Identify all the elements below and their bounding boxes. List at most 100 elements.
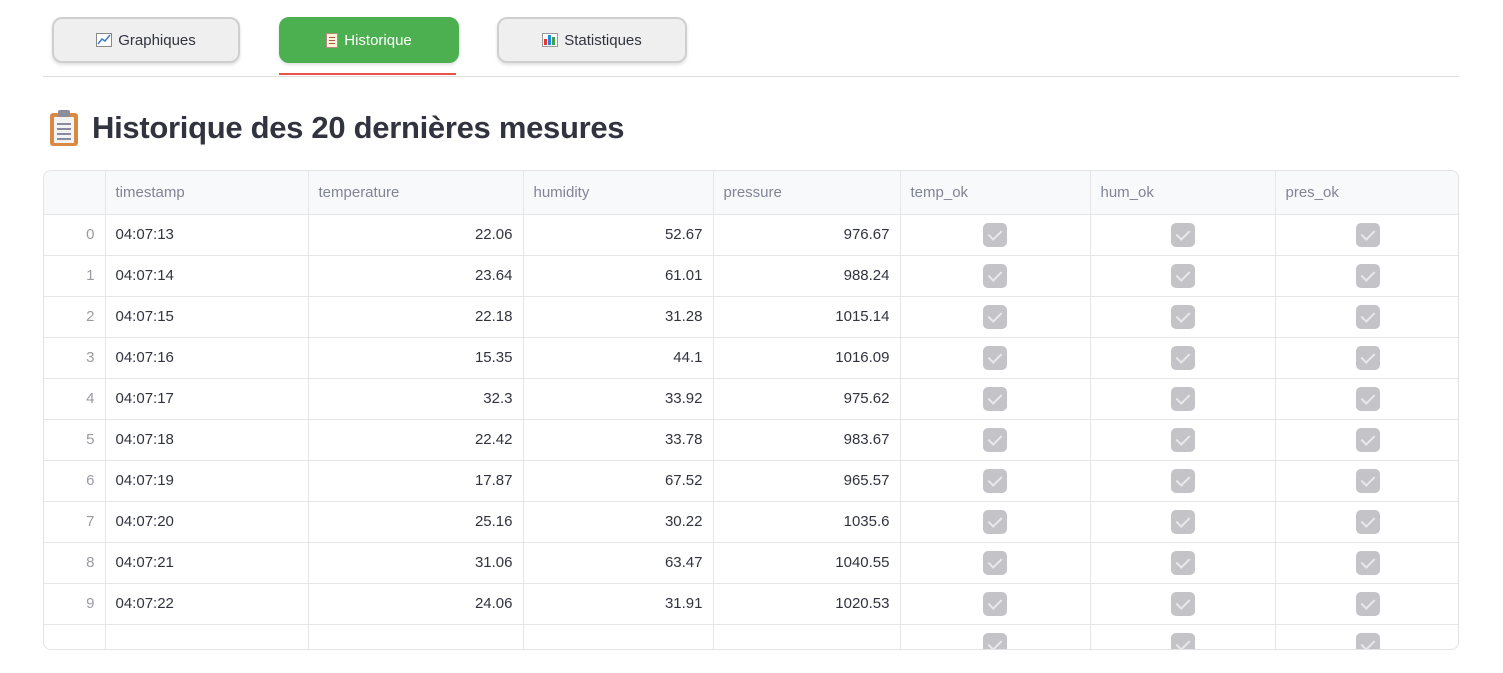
table-row: 4 04:07:17 32.3 33.92 975.62: [44, 378, 1458, 420]
cell-pres-ok[interactable]: [1275, 296, 1458, 338]
column-header-pres-ok[interactable]: pres_ok: [1275, 171, 1458, 215]
cell-timestamp[interactable]: 04:07:17: [105, 378, 309, 420]
cell-humidity[interactable]: 30.22: [523, 501, 714, 543]
cell-hum-ok[interactable]: [1090, 255, 1276, 297]
cell-pres-ok[interactable]: [1275, 255, 1458, 297]
cell-hum-ok[interactable]: [1090, 542, 1276, 584]
cell-humidity[interactable]: 33.78: [523, 419, 714, 461]
cell-pressure[interactable]: 983.67: [713, 419, 901, 461]
column-header-temp-ok[interactable]: temp_ok: [900, 171, 1091, 215]
cell-humidity[interactable]: 61.01: [523, 255, 714, 297]
cell-timestamp[interactable]: 04:07:22: [105, 583, 309, 625]
cell-humidity[interactable]: 44.1: [523, 337, 714, 379]
column-header-pressure[interactable]: pressure: [713, 171, 901, 215]
cell-timestamp[interactable]: 04:07:13: [105, 214, 309, 256]
cell-humidity[interactable]: 33.92: [523, 378, 714, 420]
cell-temperature[interactable]: 31.06: [308, 542, 524, 584]
tab-graphiques[interactable]: Graphiques: [52, 17, 240, 63]
column-header-hum-ok[interactable]: hum_ok: [1090, 171, 1276, 215]
cell-temp-ok[interactable]: [900, 214, 1091, 256]
cell-hum-ok[interactable]: [1090, 296, 1276, 338]
cell-humidity[interactable]: 31.28: [523, 296, 714, 338]
cell-temp-ok[interactable]: [900, 542, 1091, 584]
row-index[interactable]: 7: [44, 501, 106, 543]
cell-temperature[interactable]: 25.16: [308, 501, 524, 543]
row-index[interactable]: 3: [44, 337, 106, 379]
cell-humidity[interactable]: 63.47: [523, 542, 714, 584]
cell-pressure[interactable]: 988.24: [713, 255, 901, 297]
cell-hum-ok[interactable]: [1090, 378, 1276, 420]
cell-pres-ok[interactable]: [1275, 378, 1458, 420]
cell-temperature[interactable]: 32.3: [308, 378, 524, 420]
cell-temperature[interactable]: 24.06: [308, 583, 524, 625]
cell-temperature[interactable]: 23.64: [308, 255, 524, 297]
row-index[interactable]: 5: [44, 419, 106, 461]
cell-pressure[interactable]: 975.62: [713, 378, 901, 420]
cell-hum-ok[interactable]: [1090, 501, 1276, 543]
cell-pressure[interactable]: 1015.14: [713, 296, 901, 338]
row-index[interactable]: 1: [44, 255, 106, 297]
cell-hum-ok[interactable]: [1090, 583, 1276, 625]
cell-temperature[interactable]: 17.87: [308, 460, 524, 502]
tab-statistiques[interactable]: Statistiques: [497, 17, 687, 63]
cell-temperature[interactable]: 22.42: [308, 419, 524, 461]
cell-pressure[interactable]: 1035.6: [713, 501, 901, 543]
cell-temp-ok[interactable]: [900, 255, 1091, 297]
cell-temp-ok[interactable]: [900, 583, 1091, 625]
cell-pres-ok[interactable]: [1275, 501, 1458, 543]
cell-pres-ok[interactable]: [1275, 542, 1458, 584]
row-index[interactable]: 9: [44, 583, 106, 625]
cell-timestamp[interactable]: 04:07:21: [105, 542, 309, 584]
data-table[interactable]: timestamp temperature humidity pressure …: [43, 170, 1459, 650]
page-title-text: Historique des 20 dernières mesures: [92, 110, 625, 145]
checkbox-checked-icon: [1355, 304, 1380, 329]
cell-pressure[interactable]: 1040.55: [713, 542, 901, 584]
cell-hum-ok[interactable]: [1090, 419, 1276, 461]
cell-hum-ok[interactable]: [1090, 460, 1276, 502]
cell-timestamp[interactable]: 04:07:19: [105, 460, 309, 502]
column-header-timestamp[interactable]: timestamp: [105, 171, 309, 215]
cell-pres-ok[interactable]: [1275, 583, 1458, 625]
cell-temp-ok[interactable]: [900, 296, 1091, 338]
partial-cell: [900, 624, 1091, 649]
checkbox-checked-icon: [1355, 632, 1380, 649]
cell-pres-ok[interactable]: [1275, 419, 1458, 461]
cell-timestamp[interactable]: 04:07:16: [105, 337, 309, 379]
cell-timestamp[interactable]: 04:07:20: [105, 501, 309, 543]
row-index[interactable]: 6: [44, 460, 106, 502]
cell-temp-ok[interactable]: [900, 460, 1091, 502]
row-index[interactable]: 0: [44, 214, 106, 256]
cell-temp-ok[interactable]: [900, 419, 1091, 461]
cell-hum-ok[interactable]: [1090, 214, 1276, 256]
cell-temp-ok[interactable]: [900, 378, 1091, 420]
cell-pressure[interactable]: 965.57: [713, 460, 901, 502]
cell-humidity[interactable]: 67.52: [523, 460, 714, 502]
column-header-temperature[interactable]: temperature: [308, 171, 524, 215]
checkbox-checked-icon: [983, 427, 1007, 452]
cell-pres-ok[interactable]: [1275, 337, 1458, 379]
row-index[interactable]: 4: [44, 378, 106, 420]
cell-pressure[interactable]: 1016.09: [713, 337, 901, 379]
cell-pres-ok[interactable]: [1275, 214, 1458, 256]
row-index[interactable]: 8: [44, 542, 106, 584]
cell-humidity[interactable]: 31.91: [523, 583, 714, 625]
cell-pressure[interactable]: 1020.53: [713, 583, 901, 625]
cell-temperature[interactable]: 15.35: [308, 337, 524, 379]
cell-timestamp[interactable]: 04:07:15: [105, 296, 309, 338]
column-header-humidity[interactable]: humidity: [523, 171, 714, 215]
cell-timestamp[interactable]: 04:07:14: [105, 255, 309, 297]
cell-temp-ok[interactable]: [900, 501, 1091, 543]
cell-pres-ok[interactable]: [1275, 460, 1458, 502]
cell-pressure[interactable]: 976.67: [713, 214, 901, 256]
tab-historique[interactable]: Historique: [279, 17, 459, 63]
cell-timestamp[interactable]: 04:07:18: [105, 419, 309, 461]
column-header-index[interactable]: [44, 171, 106, 215]
cell-temperature[interactable]: 22.06: [308, 214, 524, 256]
checkbox-checked-icon: [983, 222, 1007, 247]
cell-hum-ok[interactable]: [1090, 337, 1276, 379]
cell-temp-ok[interactable]: [900, 337, 1091, 379]
cell-temperature[interactable]: 22.18: [308, 296, 524, 338]
cell-humidity[interactable]: 52.67: [523, 214, 714, 256]
table-row: 9 04:07:22 24.06 31.91 1020.53: [44, 583, 1458, 625]
row-index[interactable]: 2: [44, 296, 106, 338]
